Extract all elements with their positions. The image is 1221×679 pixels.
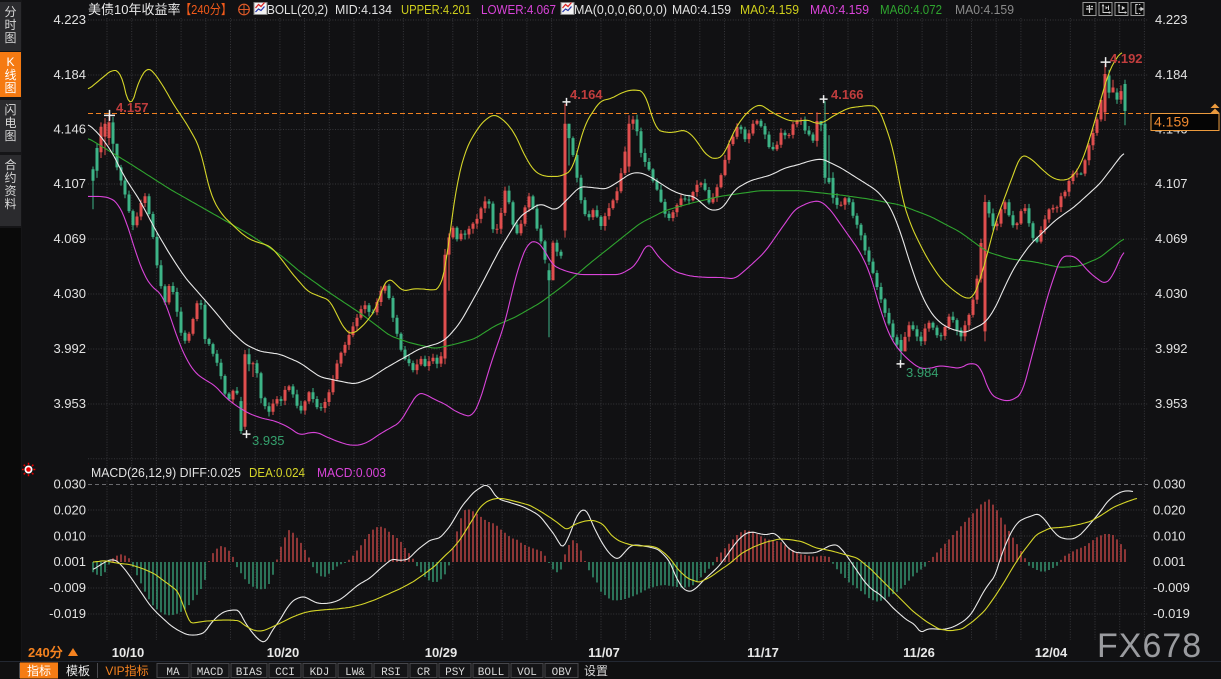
svg-text:BIAS: BIAS xyxy=(236,667,263,679)
svg-text:RSI: RSI xyxy=(381,667,401,679)
svg-text:美债10年收益率: 美债10年收益率 xyxy=(88,2,180,17)
svg-text:LOWER:4.067: LOWER:4.067 xyxy=(481,3,556,17)
svg-text:4.164: 4.164 xyxy=(570,87,603,102)
svg-text:3.992: 3.992 xyxy=(53,341,86,356)
svg-text:LW&: LW& xyxy=(345,667,365,679)
svg-text:CCI: CCI xyxy=(275,667,295,679)
svg-text:4.166: 4.166 xyxy=(831,87,864,102)
svg-text:3.935: 3.935 xyxy=(252,433,285,448)
svg-text:MA0:4.159: MA0:4.159 xyxy=(955,3,1014,17)
svg-text:0.020: 0.020 xyxy=(1153,503,1186,518)
svg-text:MACD:0.003: MACD:0.003 xyxy=(317,466,386,480)
svg-text:-0.009: -0.009 xyxy=(49,580,86,595)
svg-text:【240分】: 【240分】 xyxy=(180,2,232,17)
svg-text:BOLL: BOLL xyxy=(478,667,504,679)
svg-text:4.223: 4.223 xyxy=(53,12,86,27)
svg-text:闪: 闪 xyxy=(4,103,16,117)
svg-text:4.192: 4.192 xyxy=(1110,51,1143,66)
svg-text:合: 合 xyxy=(4,157,16,172)
svg-text:CR: CR xyxy=(417,667,431,679)
svg-text:MA(0,0,0,60,0,0): MA(0,0,0,60,0,0) xyxy=(574,3,667,17)
svg-text:分: 分 xyxy=(4,5,16,19)
svg-text:图: 图 xyxy=(4,81,16,95)
svg-text:-0.009: -0.009 xyxy=(1153,580,1190,595)
svg-text:MID:4.134: MID:4.134 xyxy=(335,3,392,17)
svg-text:4.030: 4.030 xyxy=(1155,286,1188,301)
svg-text:4.069: 4.069 xyxy=(53,231,86,246)
svg-text:3.992: 3.992 xyxy=(1155,341,1188,356)
svg-text:MACD: MACD xyxy=(197,667,224,679)
svg-text:4.146: 4.146 xyxy=(53,122,86,137)
svg-text:10/29: 10/29 xyxy=(425,645,458,660)
svg-text:0.001: 0.001 xyxy=(1153,554,1186,569)
svg-text:MA60:4.072: MA60:4.072 xyxy=(880,3,942,17)
svg-text:图: 图 xyxy=(4,31,16,45)
svg-text:PSY: PSY xyxy=(445,667,465,679)
svg-text:时: 时 xyxy=(4,18,16,32)
svg-text:模板: 模板 xyxy=(66,664,90,678)
svg-text:11/26: 11/26 xyxy=(903,645,935,660)
svg-text:11/07: 11/07 xyxy=(588,645,620,660)
svg-text:MA0:4.159: MA0:4.159 xyxy=(672,3,731,17)
svg-text:4.223: 4.223 xyxy=(1155,12,1188,27)
svg-text:约: 约 xyxy=(4,170,16,185)
svg-text:4.107: 4.107 xyxy=(1155,176,1188,191)
svg-text:MA0:4.159: MA0:4.159 xyxy=(810,3,869,17)
svg-text:MACD(26,12,9) DIFF:0.025: MACD(26,12,9) DIFF:0.025 xyxy=(91,466,241,480)
svg-text:3.953: 3.953 xyxy=(1155,396,1188,411)
svg-text:4.159: 4.159 xyxy=(1154,114,1189,130)
svg-text:11/17: 11/17 xyxy=(747,645,779,660)
svg-text:线: 线 xyxy=(4,68,16,82)
svg-text:MA0:4.159: MA0:4.159 xyxy=(740,3,799,17)
svg-text:4.157: 4.157 xyxy=(116,100,149,115)
svg-text:4.030: 4.030 xyxy=(53,286,86,301)
svg-text:-0.019: -0.019 xyxy=(1153,606,1190,621)
svg-text:240分: 240分 xyxy=(28,645,63,660)
svg-text:4.107: 4.107 xyxy=(53,176,86,191)
svg-text:0.010: 0.010 xyxy=(1153,529,1186,544)
svg-text:指标: 指标 xyxy=(27,663,51,678)
svg-text:10/20: 10/20 xyxy=(267,645,300,660)
svg-text:UPPER:4.201: UPPER:4.201 xyxy=(401,3,471,17)
svg-text:0.010: 0.010 xyxy=(53,529,86,544)
svg-text:KDJ: KDJ xyxy=(310,667,330,679)
svg-text:4.184: 4.184 xyxy=(53,67,86,82)
svg-text:12/04: 12/04 xyxy=(1035,645,1068,660)
svg-text:0.020: 0.020 xyxy=(53,503,86,518)
svg-text:BOLL(20,2): BOLL(20,2) xyxy=(267,3,328,17)
svg-text:0.030: 0.030 xyxy=(1153,477,1186,492)
svg-text:FX678: FX678 xyxy=(1097,627,1202,665)
svg-text:资: 资 xyxy=(4,184,16,198)
svg-text:VOL: VOL xyxy=(517,667,537,679)
svg-text:电: 电 xyxy=(4,116,16,130)
svg-text:图: 图 xyxy=(4,129,16,143)
svg-text:OBV: OBV xyxy=(552,667,572,679)
svg-text:MA: MA xyxy=(166,667,180,679)
svg-text:10/10: 10/10 xyxy=(112,645,145,660)
svg-text:-0.019: -0.019 xyxy=(49,606,86,621)
svg-text:设置: 设置 xyxy=(584,664,608,678)
svg-text:3.953: 3.953 xyxy=(53,396,86,411)
svg-text:3.984: 3.984 xyxy=(906,365,939,380)
svg-text:0.001: 0.001 xyxy=(53,554,86,569)
svg-text:0.030: 0.030 xyxy=(53,477,86,492)
svg-text:DEA:0.024: DEA:0.024 xyxy=(249,466,305,480)
svg-text:4.069: 4.069 xyxy=(1155,231,1188,246)
svg-text:VIP指标: VIP指标 xyxy=(105,663,148,678)
svg-text:料: 料 xyxy=(4,197,16,211)
svg-text:K: K xyxy=(6,55,14,69)
svg-text:4.184: 4.184 xyxy=(1155,67,1188,82)
